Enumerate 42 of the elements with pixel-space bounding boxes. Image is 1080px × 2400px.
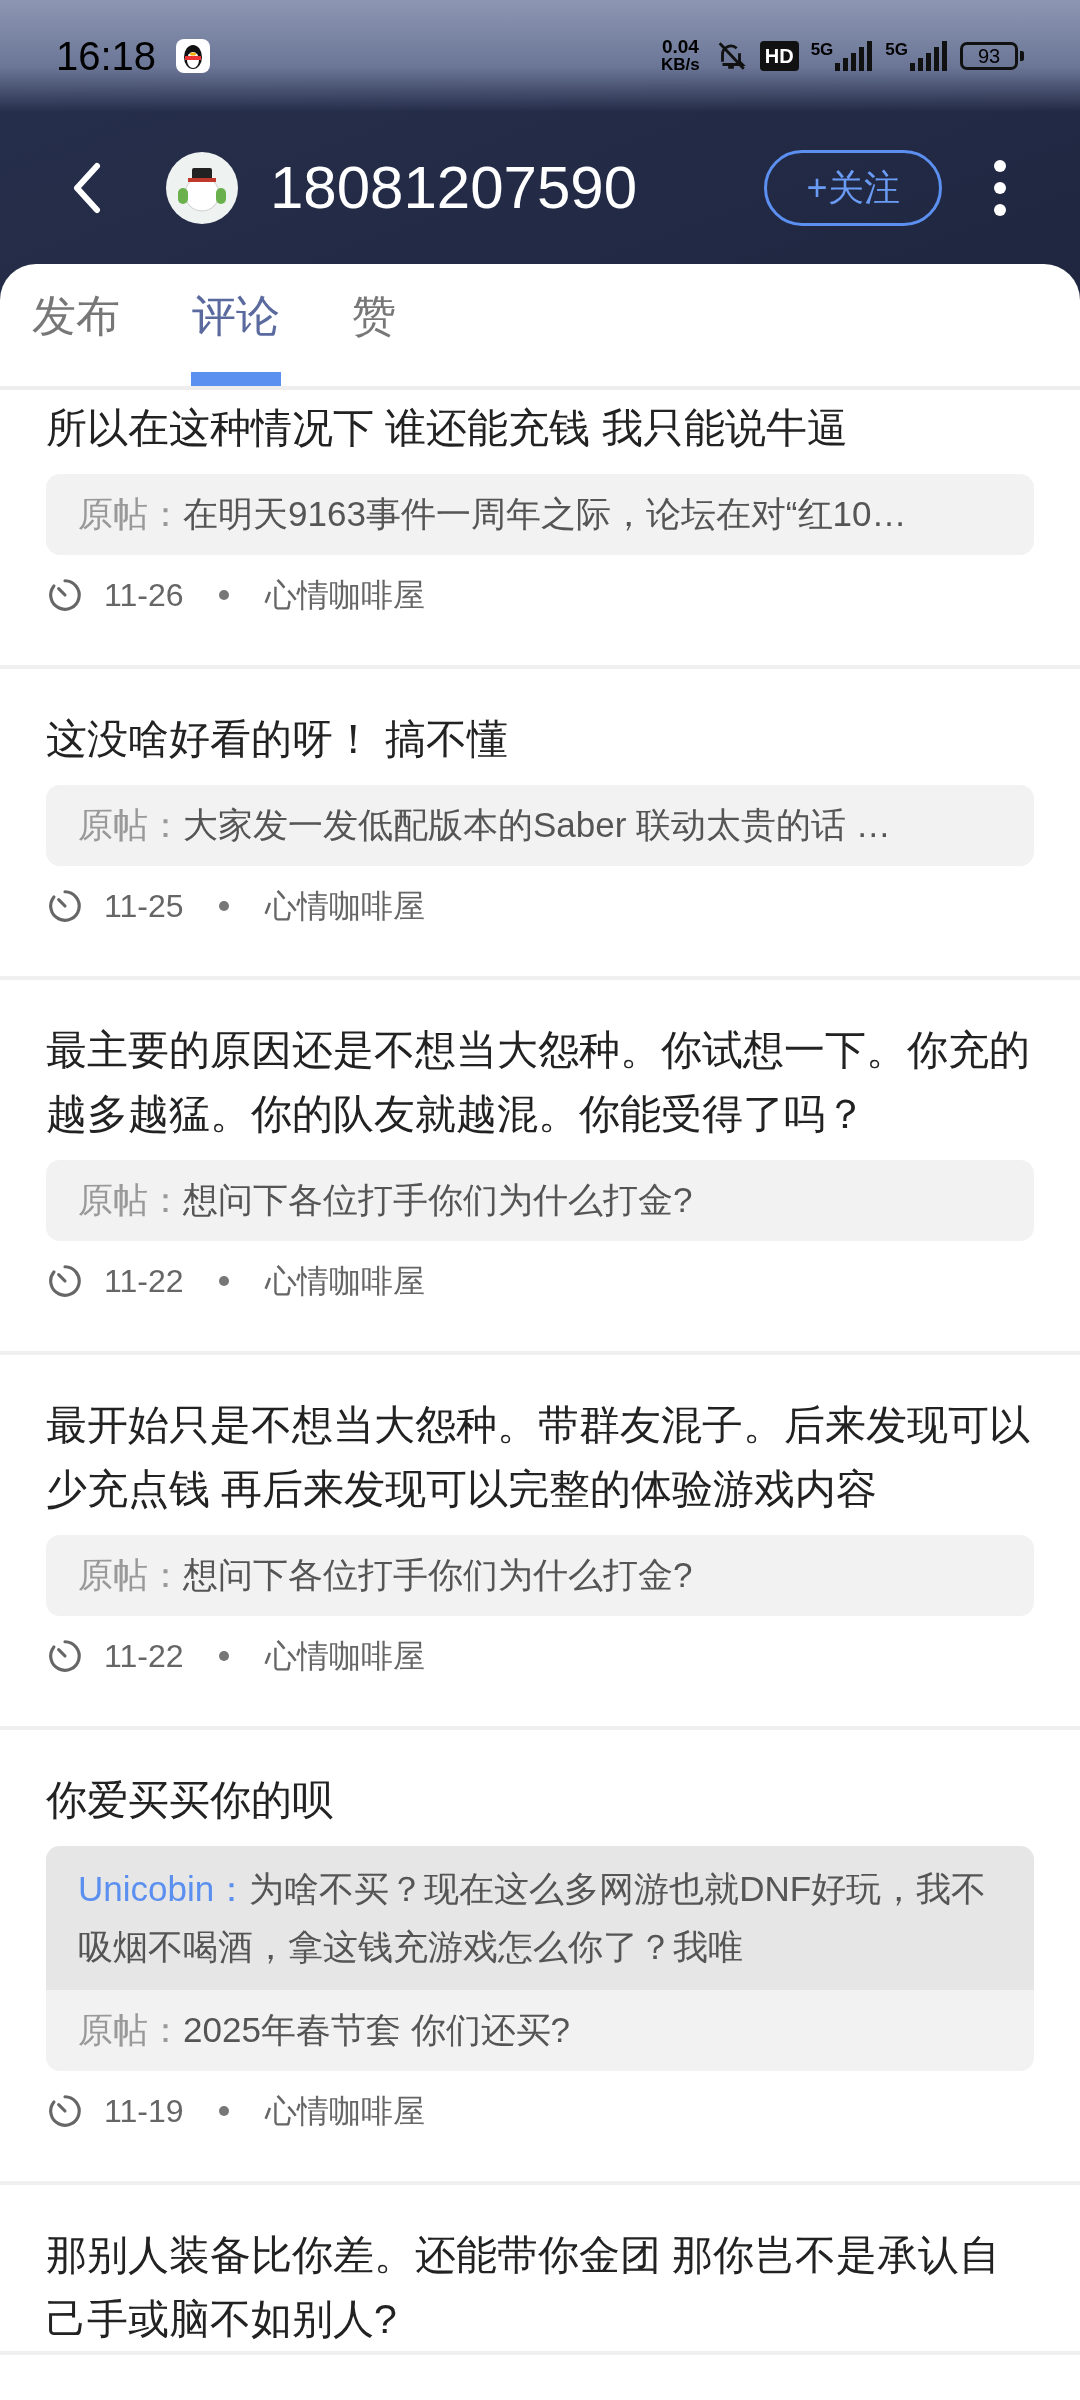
board-name: 心情咖啡屋 <box>265 887 426 926</box>
signal-icon <box>833 41 874 71</box>
original-post-link[interactable]: 原帖：2025年春节套 你们还买? <box>46 1990 1034 2071</box>
comment-text: 那别人装备比你差。还能带你金团 那你岂不是承认自己手或脑不如别人? <box>46 2231 1002 2344</box>
original-post-link[interactable]: 原帖：在明天9163事件一周年之际，论坛在对“红10… <box>46 474 1034 555</box>
comment-text: 最开始只是不想当大怨种。带群友混子。后来发现可以少充点钱 再后来发现可以完整的体验游戏内容 <box>46 1401 1031 1514</box>
comment-date: 11-22 <box>104 1262 184 1301</box>
network-speed: 0.04 <box>661 38 699 56</box>
clock-icon <box>46 1637 84 1675</box>
board-name: 心情咖啡屋 <box>265 1637 426 1676</box>
network-type: 5G <box>885 41 908 59</box>
follow-button[interactable]: +关注 <box>764 150 942 226</box>
comment-date: 11-19 <box>104 2092 184 2131</box>
network-speed-unit: KB/s <box>661 56 700 74</box>
original-post-link[interactable]: 原帖：大家发一发低配版本的Saber 联动太贵的话 … <box>46 785 1034 866</box>
signal-icon <box>908 41 948 71</box>
clock-icon <box>46 576 84 614</box>
tab[interactable]: 赞 <box>352 264 396 386</box>
comment-date: 11-25 <box>104 887 184 926</box>
tab[interactable]: 发布 <box>32 264 120 386</box>
hd-badge: HD <box>759 41 799 71</box>
comment-text: 最主要的原因还是不想当大怨种。你试想一下。你充的越多越猛。你的队友就越混。你能受得了吗？ <box>46 1026 1031 1139</box>
comment-text: 你爱买买你的呗 <box>46 1776 334 1825</box>
more-options-icon[interactable] <box>992 158 1008 218</box>
username: 18081207590 <box>270 158 638 218</box>
clock-icon <box>46 2092 84 2130</box>
board-name: 心情咖啡屋 <box>265 576 426 615</box>
clock-icon <box>46 887 84 925</box>
penguin-icon <box>176 39 211 73</box>
network-type: 5G <box>810 41 834 59</box>
board-name: 心情咖啡屋 <box>265 2092 426 2131</box>
tab[interactable]: 评论 <box>192 264 280 386</box>
clock-icon <box>46 1262 84 1300</box>
reply-quote: Unicobin：为啥不买？现在这么多网游也就DNF好玩，我不吸烟不喝酒，拿这钱充游戏怎么你了？我唯 <box>46 1846 1034 1990</box>
comment-date: 11-26 <box>104 576 184 615</box>
original-post-link[interactable]: 原帖：想问下各位打手你们为什么打金? <box>46 1160 1034 1241</box>
original-post-link[interactable]: 原帖：想问下各位打手你们为什么打金? <box>46 1535 1034 1616</box>
board-name: 心情咖啡屋 <box>265 1262 426 1301</box>
comment-date: 11-22 <box>104 1637 184 1676</box>
status-time: 16:18 <box>56 33 157 80</box>
comment-text: 所以在这种情况下 谁还能充钱 我只能说牛逼 <box>46 404 849 453</box>
comment-text: 这没啥好看的呀！ 搞不懂 <box>46 715 510 764</box>
